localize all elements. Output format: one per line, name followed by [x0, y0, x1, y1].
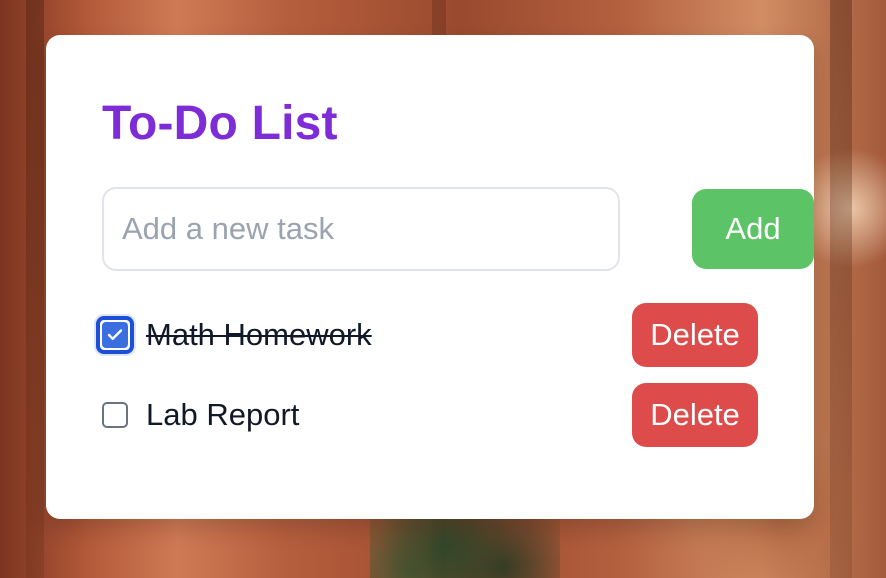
new-task-input[interactable] [102, 187, 620, 271]
task-checkbox[interactable] [102, 402, 128, 428]
task-checkbox-wrap[interactable] [96, 396, 134, 434]
delete-task-button[interactable]: Delete [632, 383, 758, 447]
background-frame-left [26, 0, 44, 578]
task-checkbox[interactable] [96, 316, 134, 354]
todo-card: To-Do List Add Math Homework Delete Lab … [46, 35, 814, 519]
page-title: To-Do List [102, 97, 338, 150]
new-task-row: Add [102, 187, 814, 271]
checkmark-icon [107, 329, 123, 340]
task-row: Math Homework Delete [96, 303, 758, 367]
delete-task-button[interactable]: Delete [632, 303, 758, 367]
background-foliage [370, 515, 560, 578]
add-task-button[interactable]: Add [692, 189, 814, 269]
task-label: Lab Report [146, 397, 300, 432]
background-frame-right [830, 0, 852, 578]
task-row: Lab Report Delete [96, 383, 758, 447]
task-label: Math Homework [146, 317, 372, 352]
task-checkbox-wrap[interactable] [96, 316, 134, 354]
checkbox-checked-indicator [102, 322, 128, 348]
